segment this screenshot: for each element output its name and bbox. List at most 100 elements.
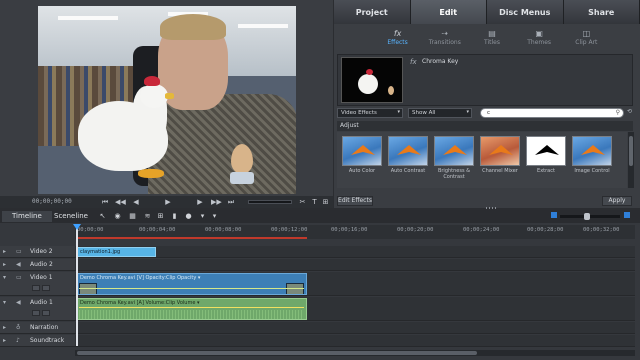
effect-image-control[interactable]: Image Control <box>571 136 613 188</box>
movie-icon[interactable]: ⊞ <box>156 212 165 221</box>
fast-forward-button[interactable]: ▶▶ <box>211 197 222 207</box>
freeze-frame-icon[interactable]: ⊞ <box>321 197 330 207</box>
panel-resize-grip[interactable] <box>486 207 496 209</box>
smart-mix-icon[interactable]: ≋ <box>143 212 152 221</box>
expand-icon[interactable]: ▸ <box>3 261 6 268</box>
scrollbar-thumb[interactable] <box>629 136 633 166</box>
tab-sceneline[interactable]: Sceneline <box>44 211 98 222</box>
subtab-themes[interactable]: ▣ Themes <box>517 24 561 50</box>
track-lane-soundtrack[interactable] <box>75 335 635 347</box>
subtab-transitions[interactable]: ⇢ Transitions <box>423 24 467 50</box>
effects-scrollbar[interactable] <box>628 132 634 188</box>
timeline-clip[interactable]: Demo Chroma Key.avi [V] Opacity:Clip Opa… <box>76 273 307 295</box>
selection-tool-icon[interactable]: ↖ <box>98 212 107 221</box>
scrollbar-thumb[interactable] <box>77 351 477 355</box>
track-header-video2[interactable]: ▸ ▭ Video 2 <box>0 246 75 258</box>
track-header-audio1[interactable]: ▾ ◀ Audio 1 <box>0 297 75 321</box>
effect-label: Auto Contrast <box>390 168 426 174</box>
keyframe-prev-icon[interactable] <box>32 310 40 316</box>
effects-section-header[interactable]: Adjust <box>337 121 633 131</box>
zoom-in-icon[interactable] <box>624 212 630 218</box>
track-lane-video2[interactable]: claymation1.jpg <box>75 246 635 258</box>
track-lane-audio2[interactable] <box>75 259 635 271</box>
effect-extract[interactable]: Extract <box>525 136 567 188</box>
effect-label: Image Control <box>574 168 610 174</box>
goto-start-button[interactable]: ⏮ <box>100 197 110 207</box>
preview-light <box>58 16 118 20</box>
tab-project[interactable]: Project <box>334 0 411 24</box>
glider-icon <box>351 145 375 155</box>
subtab-titles[interactable]: ▤ Titles <box>470 24 514 50</box>
video-preview[interactable] <box>38 6 296 194</box>
collapse-icon[interactable]: ▾ <box>3 299 6 306</box>
effect-brightness-contrast[interactable]: Brightness & Contrast <box>433 136 475 188</box>
tab-disc-menus[interactable]: Disc Menus <box>487 0 564 24</box>
edit-effects-button[interactable]: Edit Effects <box>337 196 373 206</box>
zoom-knob[interactable] <box>584 213 590 220</box>
add-text-icon[interactable]: T <box>310 197 319 207</box>
preview-person-body <box>148 94 296 194</box>
apply-button[interactable]: Apply <box>602 196 632 206</box>
effect-auto-contrast[interactable]: Auto Contrast <box>387 136 429 188</box>
keyframe-prev-icon[interactable] <box>32 285 40 291</box>
monitor-panel: 00;00;00;00 ⏮ ◀◀ ◀ ▶ ▶ ▶▶ ⏭ ✂ T ⊞ <box>0 0 333 208</box>
volume-rubberband[interactable] <box>79 307 304 308</box>
preview-egg-cup <box>230 172 254 184</box>
audio-mixer-icon[interactable]: ▮ <box>170 212 179 221</box>
ruler-tick: 00;00;16;00 <box>331 227 368 233</box>
track-header-audio2[interactable]: ▸ ◀ Audio 2 <box>0 259 75 271</box>
ruler-tick: 00;00;24;00 <box>463 227 500 233</box>
expand-icon[interactable]: ▸ <box>3 248 6 255</box>
subtab-clip-art[interactable]: ◫ Clip Art <box>564 24 608 50</box>
step-back-button[interactable]: ◀ <box>131 197 141 207</box>
ruler-tick: 00;00;32;00 <box>583 227 620 233</box>
timeline-scrollbar[interactable] <box>75 350 635 356</box>
audio-track-icon: ◀ <box>16 261 21 268</box>
tab-share[interactable]: Share <box>563 0 640 24</box>
subtab-effects[interactable]: fx Effects <box>376 24 420 50</box>
track-name: Audio 1 <box>30 299 53 306</box>
track-lane-narration[interactable] <box>75 322 635 334</box>
menu-marker-icon[interactable]: ▾ <box>210 212 219 221</box>
expand-icon[interactable]: ▸ <box>3 324 6 331</box>
split-clip-icon[interactable]: ✂ <box>298 197 307 207</box>
track-lane-audio1[interactable]: Demo Chroma Key.avi [A] Volume:Clip Volu… <box>75 297 635 321</box>
track-header-narration[interactable]: ▸ ♁ Narration <box>0 322 75 334</box>
rewind-button[interactable]: ◀◀ <box>115 197 126 207</box>
opacity-rubberband[interactable] <box>79 288 304 289</box>
track-name: Video 1 <box>30 274 53 281</box>
collapse-icon[interactable]: ▾ <box>3 274 6 281</box>
timeline-clip[interactable]: claymation1.jpg <box>76 247 156 257</box>
record-narration-icon[interactable]: ● <box>184 212 193 221</box>
effects-search-input[interactable]: c ⚲ <box>480 108 624 118</box>
tab-edit[interactable]: Edit <box>410 0 487 24</box>
keyframe-next-icon[interactable] <box>42 285 50 291</box>
track-header-soundtrack[interactable]: ▸ ♪ Soundtrack <box>0 335 75 347</box>
track-lane-video1[interactable]: Demo Chroma Key.avi [V] Opacity:Clip Opa… <box>75 272 635 296</box>
fx-icon: fx <box>393 28 402 38</box>
search-icon[interactable]: ⚲ <box>616 109 620 116</box>
timeline-clip[interactable]: Demo Chroma Key.avi [A] Volume:Clip Volu… <box>76 298 307 320</box>
work-area-bar[interactable] <box>77 237 307 239</box>
keyframe-next-icon[interactable] <box>42 310 50 316</box>
effect-channel-mixer[interactable]: Channel Mixer <box>479 136 521 188</box>
current-time-indicator[interactable] <box>76 224 78 346</box>
view-options-icon[interactable]: ⟲ <box>627 108 632 115</box>
smart-trim-icon[interactable]: ▦ <box>128 212 137 221</box>
goto-end-button[interactable]: ⏭ <box>226 197 236 207</box>
glider-icon <box>581 145 605 155</box>
step-forward-button[interactable]: ▶ <box>195 197 205 207</box>
smart-fix-icon[interactable]: ◉ <box>113 212 122 221</box>
effect-category-dropdown[interactable]: Video Effects ▾ <box>337 108 403 118</box>
expand-icon[interactable]: ▸ <box>3 337 6 344</box>
timeline-header: Timeline Sceneline ↖ ◉ ▦ ≋ ⊞ ▮ ● ▾ ▾ <box>0 210 640 223</box>
effect-auto-color[interactable]: Auto Color <box>341 136 383 188</box>
track-header-video1[interactable]: ▾ ▭ Video 1 <box>0 272 75 296</box>
microphone-icon: ♁ <box>16 324 21 331</box>
marker-icon[interactable]: ▾ <box>198 212 207 221</box>
zoom-out-icon[interactable] <box>551 212 557 218</box>
monitor-shuttle[interactable] <box>248 200 292 204</box>
show-filter-dropdown[interactable]: Show All ▾ <box>408 108 472 118</box>
play-button[interactable]: ▶ <box>163 197 173 207</box>
timeline-zoom-slider[interactable] <box>560 213 620 220</box>
